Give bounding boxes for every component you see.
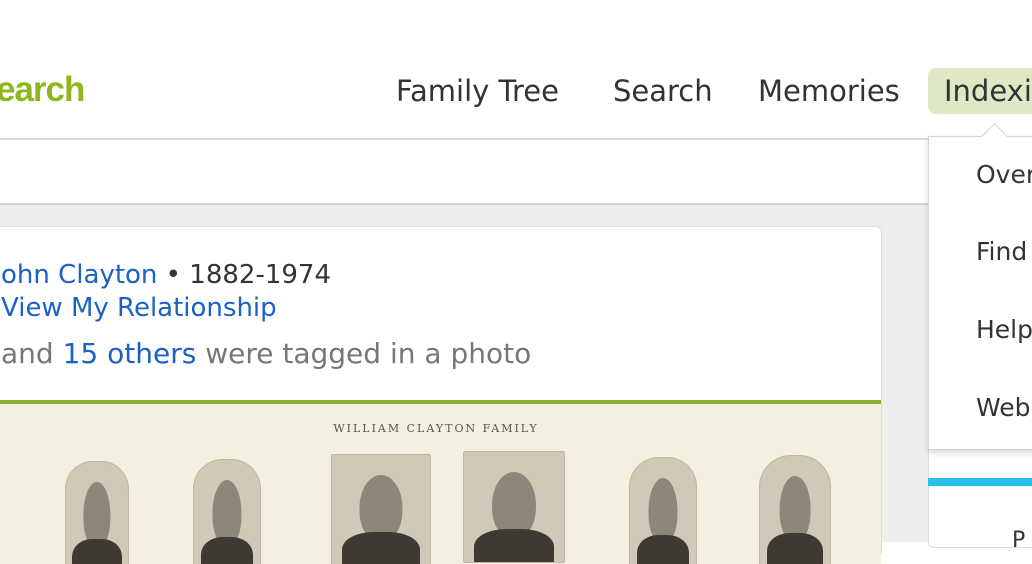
- indexing-dropdown: Over Find Help Web: [928, 136, 1032, 450]
- tag-suffix: were tagged in a photo: [205, 337, 532, 370]
- main-nav: Family Tree Search Memories Indexi: [0, 68, 1032, 116]
- person-line: ohn Clayton • 1882-1974: [1, 260, 331, 290]
- person-name-link[interactable]: ohn Clayton: [1, 260, 157, 290]
- portrait: [629, 457, 697, 564]
- feed-card: ohn Clayton • 1882-1974 View My Relation…: [0, 226, 882, 564]
- nav-indexing[interactable]: Indexi: [928, 68, 1032, 114]
- separator-dot: •: [165, 260, 182, 290]
- portrait: [759, 455, 831, 564]
- portrait: [65, 461, 129, 564]
- portrait: [193, 459, 261, 564]
- relationship-line: View My Relationship: [1, 293, 277, 323]
- tag-prefix: and: [1, 337, 54, 370]
- family-photo[interactable]: WILLIAM CLAYTON FAMILY: [0, 404, 881, 564]
- dropdown-item-web[interactable]: Web: [976, 393, 1031, 422]
- feed-card-header: ohn Clayton • 1882-1974 View My Relation…: [0, 227, 881, 401]
- right-panel-heading: P: [1012, 528, 1026, 553]
- nav-search[interactable]: Search: [613, 68, 713, 114]
- nav-family-tree[interactable]: Family Tree: [396, 68, 559, 114]
- dropdown-item-help[interactable]: Help: [976, 315, 1032, 344]
- nav-memories[interactable]: Memories: [758, 68, 900, 114]
- photo-caption: WILLIAM CLAYTON FAMILY: [333, 422, 539, 435]
- dropdown-item-find[interactable]: Find: [976, 237, 1027, 266]
- right-panel-accent: [928, 478, 1032, 486]
- dropdown-item-overview[interactable]: Over: [976, 160, 1032, 189]
- tag-line: and 15 others were tagged in a photo: [1, 337, 531, 370]
- tag-others-link[interactable]: 15 others: [63, 337, 197, 370]
- sub-toolbar: [0, 140, 1032, 205]
- portrait: [331, 454, 431, 564]
- lifespan: 1882-1974: [189, 260, 331, 290]
- view-relationship-link[interactable]: View My Relationship: [1, 293, 277, 323]
- portrait: [463, 451, 565, 563]
- top-header: earch Family Tree Search Memories Indexi: [0, 0, 1032, 140]
